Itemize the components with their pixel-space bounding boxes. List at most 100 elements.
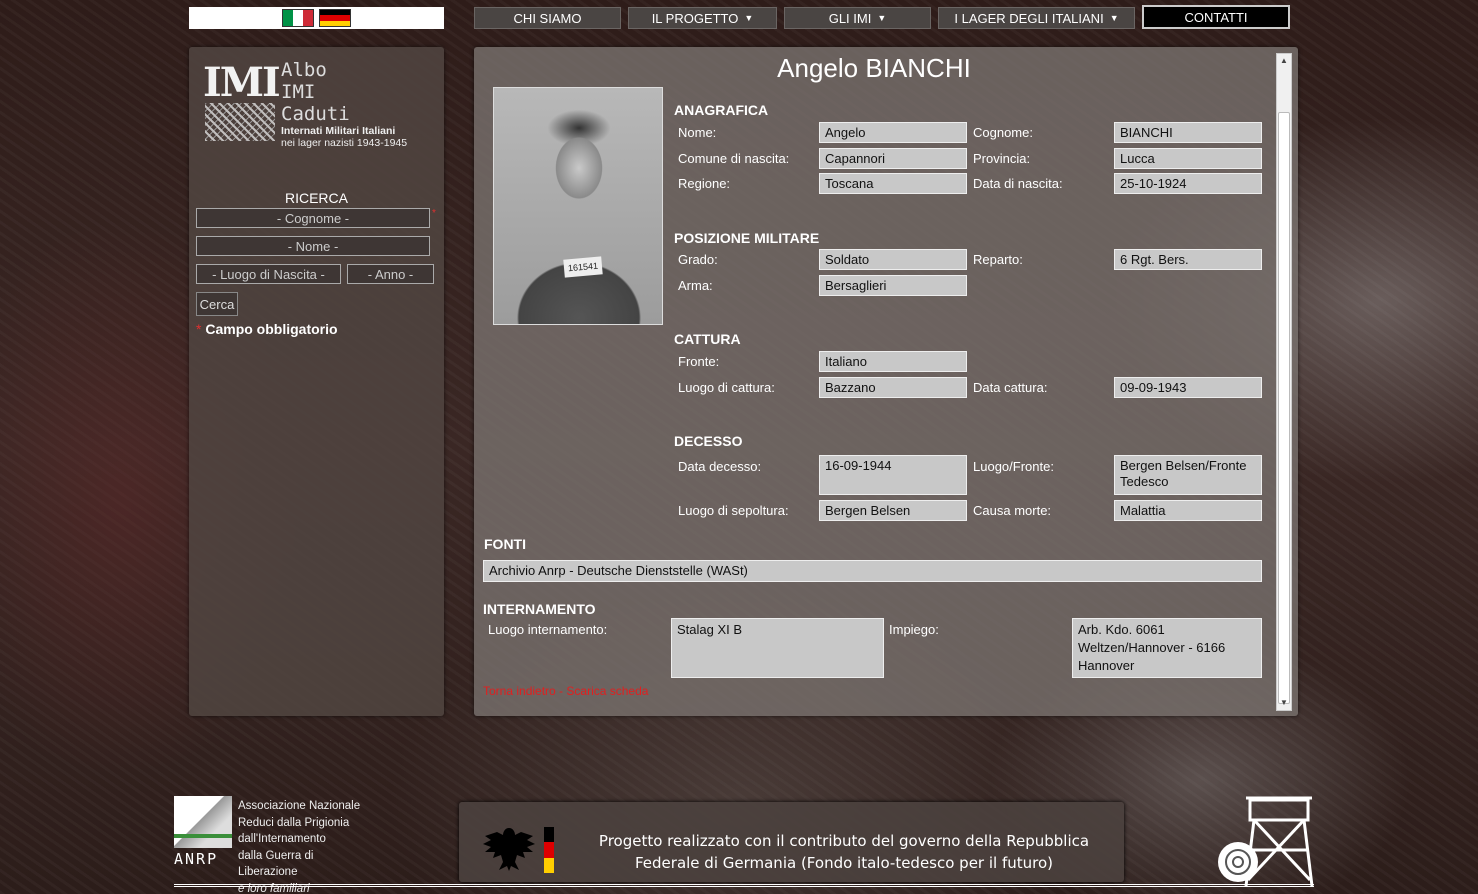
anrp-logo[interactable]: ANRP Associazione Nazionale Reduci dalla… xyxy=(174,796,364,894)
logo-albo: Albo xyxy=(281,59,327,81)
anrp-line: Reduci dalla Prigionia xyxy=(238,816,350,829)
sepoltura-label: Luogo di sepoltura: xyxy=(678,503,789,518)
impiego-label: Impiego: xyxy=(889,622,939,637)
nome-label: Nome: xyxy=(678,125,717,140)
fronte-value: Italiano xyxy=(819,351,967,372)
impiego-value: Arb. Kdo. 6061 Weltzen/Hannover - 6166 H… xyxy=(1072,618,1262,678)
anrp-description: Associazione Nazionale Reduci dalla Prig… xyxy=(238,798,364,894)
data-cattura-label: Data cattura: xyxy=(973,380,1048,395)
photo-tag: 161541 xyxy=(563,256,603,278)
watchtower-rose-icon xyxy=(1218,796,1314,887)
section-fonti: FONTI xyxy=(484,536,526,552)
scrollbar[interactable]: ▲ ▼ xyxy=(1276,53,1292,711)
project-line-2: Federale di Germania (Fondo italo-tedesc… xyxy=(634,854,1054,872)
logo-imi-text: IMI xyxy=(203,59,281,106)
german-flag-stripe-icon xyxy=(544,827,554,873)
scroll-thumb[interactable] xyxy=(1278,112,1290,704)
logo-caduti: Caduti xyxy=(281,103,350,125)
logo-albo-text: Albo IMI Caduti xyxy=(281,59,350,125)
section-internamento: INTERNAMENTO xyxy=(483,601,596,617)
data-nascita-value: 25-10-1924 xyxy=(1114,173,1262,194)
data-decesso-value: 16-09-1944 xyxy=(819,455,967,495)
luogo-cattura-label: Luogo di cattura: xyxy=(678,380,775,395)
luogo-nascita-input[interactable] xyxy=(196,264,341,284)
german-eagle-icon xyxy=(483,828,535,871)
section-cattura: CATTURA xyxy=(674,331,741,347)
nav-il-progetto[interactable]: IL PROGETTO ▼ xyxy=(628,7,777,29)
project-footer: Progetto realizzato con il contributo de… xyxy=(459,802,1124,882)
sepoltura-value: Bergen Belsen xyxy=(819,500,967,521)
project-line-1: Progetto realizzato con il contributo de… xyxy=(598,832,1090,850)
comune-value: Capannori xyxy=(819,148,967,169)
logo-subtitle: Internati Militari Italiani nei lager na… xyxy=(281,125,407,149)
nav-chi-siamo[interactable]: CHI SIAMO xyxy=(474,7,621,29)
cognome-value: BIANCHI xyxy=(1114,122,1262,143)
data-decesso-label: Data decesso: xyxy=(678,459,762,474)
section-anagrafica: ANAGRAFICA xyxy=(674,102,769,118)
nav-gli-imi-label: GLI IMI xyxy=(828,10,872,26)
project-footer-text: Progetto realizzato con il contributo de… xyxy=(589,830,1099,874)
grado-value: Soldato xyxy=(819,249,967,270)
scarica-scheda-link[interactable]: Scarica scheda xyxy=(566,684,648,698)
arma-label: Arma: xyxy=(678,278,713,293)
italian-flag-icon[interactable] xyxy=(282,9,314,27)
anrp-bar xyxy=(174,834,232,838)
chevron-down-icon: ▼ xyxy=(877,13,887,23)
anrp-line: Associazione Nazionale xyxy=(238,800,361,812)
data-nascita-label: Data di nascita: xyxy=(973,176,1063,191)
section-posizione-militare: POSIZIONE MILITARE xyxy=(674,230,820,246)
albo-imi-logo[interactable]: IMI Albo IMI Caduti Internati Militari I… xyxy=(203,59,433,151)
nome-input[interactable] xyxy=(196,236,430,256)
logo-subtitle-2: nei lager nazisti 1943-1945 xyxy=(281,137,408,149)
cognome-input[interactable] xyxy=(196,208,430,228)
cognome-label: Cognome: xyxy=(973,125,1033,140)
scroll-up-icon[interactable]: ▲ xyxy=(1277,54,1291,68)
nav-lager[interactable]: I LAGER DEGLI ITALIANI ▼ xyxy=(938,7,1135,29)
fonti-value: Archivio Anrp - Deutsche Dienststelle (W… xyxy=(483,560,1262,582)
record-panel: Angelo BIANCHI 161541 ANAGRAFICA Nome: A… xyxy=(474,47,1298,716)
anrp-line: e loro familiari xyxy=(238,882,310,894)
nav-chi-siamo-label: CHI SIAMO xyxy=(513,10,582,26)
person-name: Angelo BIANCHI xyxy=(777,53,971,83)
reparto-value: 6 Rgt. Bers. xyxy=(1114,249,1262,270)
logo-glyph-pattern xyxy=(205,103,275,141)
torna-indietro-link[interactable]: Torna indietro xyxy=(483,684,556,698)
language-bar xyxy=(189,7,444,29)
anrp-mark-icon xyxy=(174,796,232,848)
scroll-down-icon[interactable]: ▼ xyxy=(1277,696,1291,710)
required-note: * Campo obbligatorio xyxy=(196,321,338,337)
provincia-label: Provincia: xyxy=(973,151,1031,166)
required-star: * xyxy=(432,208,436,219)
search-panel: IMI Albo IMI Caduti Internati Militari I… xyxy=(189,47,444,716)
logo-subtitle-1: Internati Militari Italiani xyxy=(281,125,396,137)
luogo-fronte-label: Luogo/Fronte: xyxy=(973,459,1054,474)
required-note-text: Campo obbligatorio xyxy=(205,321,338,337)
reparto-label: Reparto: xyxy=(973,252,1023,267)
comune-label: Comune di nascita: xyxy=(678,151,790,166)
regione-label: Regione: xyxy=(678,176,731,191)
nav-il-progetto-label: IL PROGETTO xyxy=(651,10,739,26)
cerca-button[interactable]: Cerca xyxy=(196,292,238,316)
person-photo: 161541 xyxy=(493,87,663,325)
fronte-label: Fronte: xyxy=(678,354,720,369)
data-cattura-value: 09-09-1943 xyxy=(1114,377,1262,398)
provincia-value: Lucca xyxy=(1114,148,1262,169)
nav-gli-imi[interactable]: GLI IMI ▼ xyxy=(784,7,931,29)
search-title: RICERCA xyxy=(284,190,348,206)
required-star: * xyxy=(196,321,202,337)
nav-lager-label: I LAGER DEGLI ITALIANI xyxy=(954,10,1104,26)
causa-morte-value: Malattia xyxy=(1114,500,1262,521)
section-decesso: DECESSO xyxy=(674,433,743,449)
nav-contatti[interactable]: CONTATTI xyxy=(1142,5,1290,29)
nav-contatti-label: CONTATTI xyxy=(1184,9,1248,25)
luogo-cattura-value: Bazzano xyxy=(819,377,967,398)
footer-rule xyxy=(174,884,1314,887)
arma-value: Bersaglieri xyxy=(819,275,967,296)
german-flag-icon[interactable] xyxy=(319,9,351,27)
record-links: Torna indietro - Scarica scheda xyxy=(483,684,648,698)
causa-morte-label: Causa morte: xyxy=(973,503,1052,518)
luogo-fronte-value: Bergen Belsen/Fronte Tedesco xyxy=(1114,455,1262,495)
anno-input[interactable] xyxy=(347,264,434,284)
anrp-line: dalla Guerra di Liberazione xyxy=(238,849,314,879)
anrp-acronym: ANRP xyxy=(174,850,219,868)
